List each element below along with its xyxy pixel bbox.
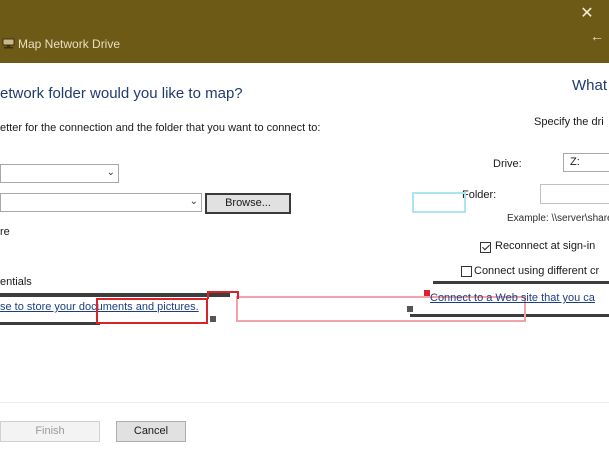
window-title: Map Network Drive [18,37,121,51]
chevron-down-icon: ⌄ [189,196,198,207]
marker [424,290,430,296]
reconnect-checkbox[interactable] [480,242,491,253]
close-button[interactable]: ✕ [576,5,598,23]
focus-outline [412,192,466,213]
drive-select[interactable]: ⌄ [0,164,119,183]
instruction-text-ghost: Specify the dri [534,116,604,128]
storage-link[interactable]: se to store your documents and pictures. [0,301,199,313]
credentials-checkbox[interactable] [461,266,472,277]
finish-button[interactable]: Finish [0,421,100,442]
divider [0,322,100,325]
browse-button[interactable]: Browse... [205,193,291,214]
folder-select[interactable]: ⌄ [0,193,202,212]
reconnect-label: Reconnect at sign-in [495,240,596,252]
reconnect-label-fragment: re [0,226,10,238]
cancel-button[interactable]: Cancel [116,421,186,442]
footer-divider [0,402,609,403]
drive-value: Z: [570,156,580,168]
credentials-label: Connect using different cr [474,265,600,277]
credentials-label-fragment: entials [0,276,32,288]
drive-select-ghost[interactable]: Z: [563,153,609,172]
website-link[interactable]: Connect to a Web site that you ca [430,292,609,304]
marker [210,316,216,322]
example-text: Example: \\server\share [507,213,609,224]
chevron-down-icon: ⌄ [106,167,115,178]
divider [0,293,230,297]
folder-label: Folder: [462,189,497,201]
network-drive-icon [2,38,15,49]
close-icon: ✕ [580,5,594,22]
page-heading: etwork folder would you like to map? [0,85,243,102]
back-arrow-icon: ← [590,28,604,44]
back-button[interactable]: ← [586,27,608,45]
page-heading-ghost: What [572,77,608,94]
title-bar: Map Network Drive ✕ ← [0,0,609,63]
instruction-text: etter for the connection and the folder … [0,122,321,134]
folder-input[interactable] [540,184,609,204]
marker [407,306,413,312]
drive-label: Drive: [493,158,522,170]
divider [433,281,609,284]
